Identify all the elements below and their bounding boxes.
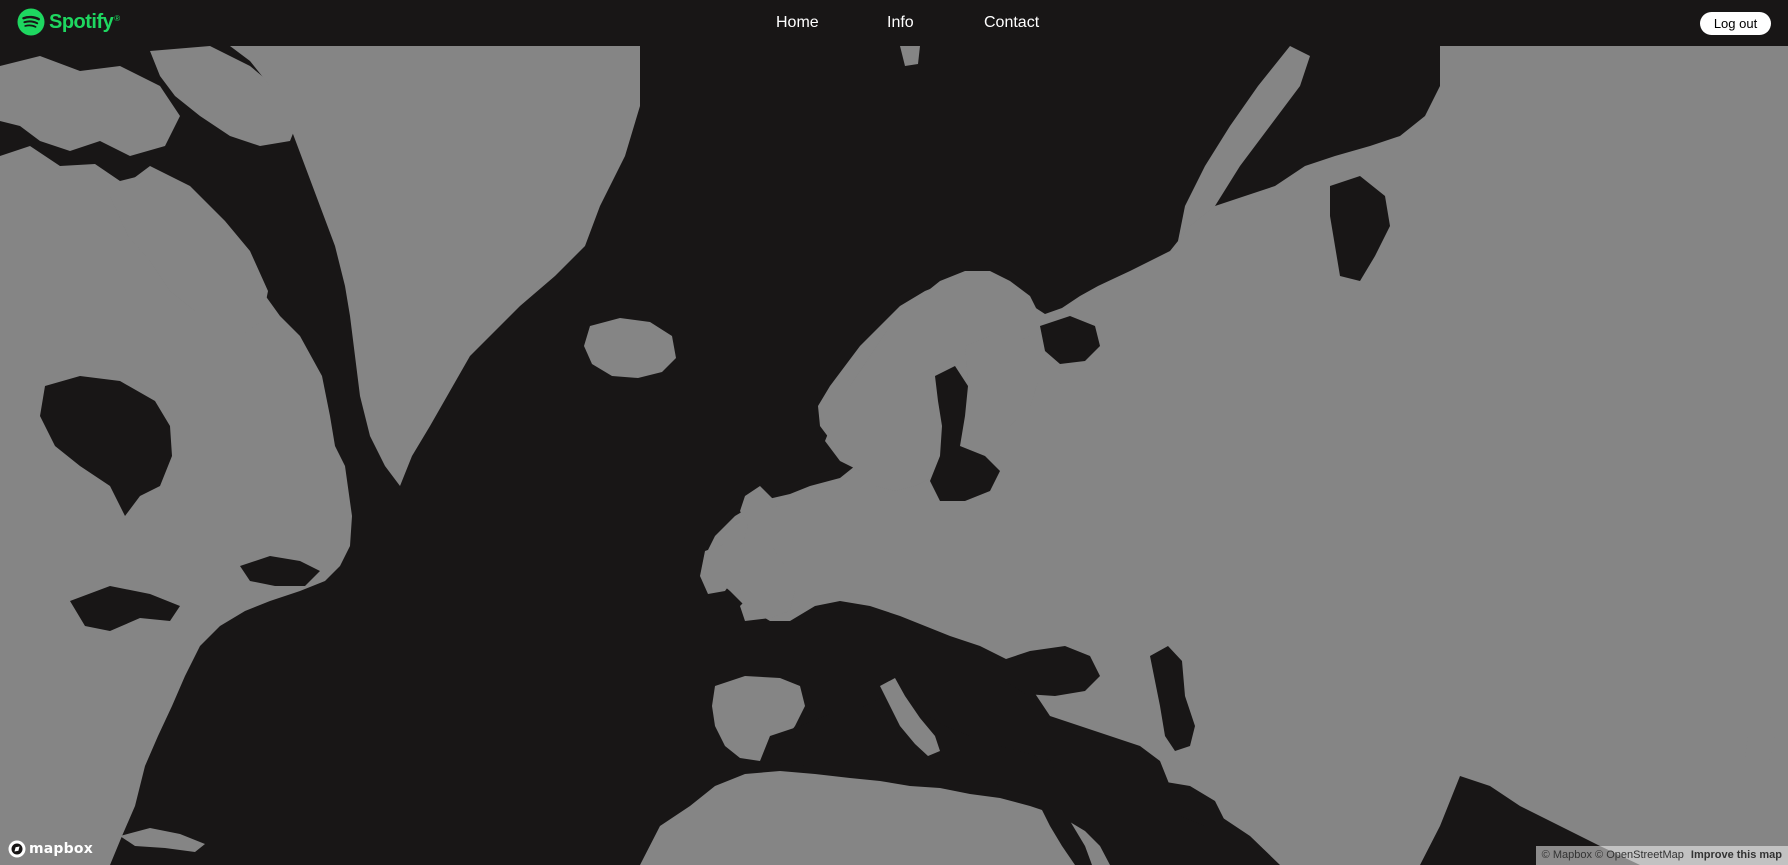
nav-info-link[interactable]: Info — [887, 13, 914, 33]
mapbox-logo-icon — [8, 840, 26, 858]
cuba — [120, 828, 205, 852]
mapbox-attribution-link[interactable]: © Mapbox — [1542, 849, 1592, 861]
brand-registered-mark: ® — [114, 14, 121, 23]
map-attribution: © Mapbox © OpenStreetMap Improve this ma… — [1535, 846, 1788, 865]
nav-home-link[interactable]: Home — [776, 13, 819, 33]
map-landmass-layer — [0, 46, 1788, 865]
world-map[interactable]: mapbox © Mapbox © OpenStreetMap Improve … — [0, 46, 1788, 865]
iceland — [584, 318, 676, 378]
mapbox-logo[interactable]: mapbox — [8, 839, 93, 859]
nav-contact-link[interactable]: Contact — [984, 13, 1039, 33]
spotify-logo-icon — [17, 8, 45, 36]
nav-links: Home Info Contact — [0, 0, 1788, 46]
africa — [640, 771, 1110, 865]
arctic-archipelago — [0, 56, 180, 156]
app-root: Spotify ® Home Info Contact Log out mapb… — [0, 0, 1788, 865]
brand-name: Spotify — [49, 10, 114, 33]
improve-map-link[interactable]: Improve this map — [1691, 849, 1782, 861]
logout-button[interactable]: Log out — [1700, 12, 1771, 35]
osm-attribution-link[interactable]: © OpenStreetMap — [1595, 849, 1684, 861]
svalbard — [900, 46, 920, 66]
mapbox-logo-text: mapbox — [29, 841, 93, 857]
top-navbar: Spotify ® Home Info Contact Log out — [0, 0, 1788, 46]
spotify-brand-link[interactable]: Spotify ® — [17, 8, 120, 36]
